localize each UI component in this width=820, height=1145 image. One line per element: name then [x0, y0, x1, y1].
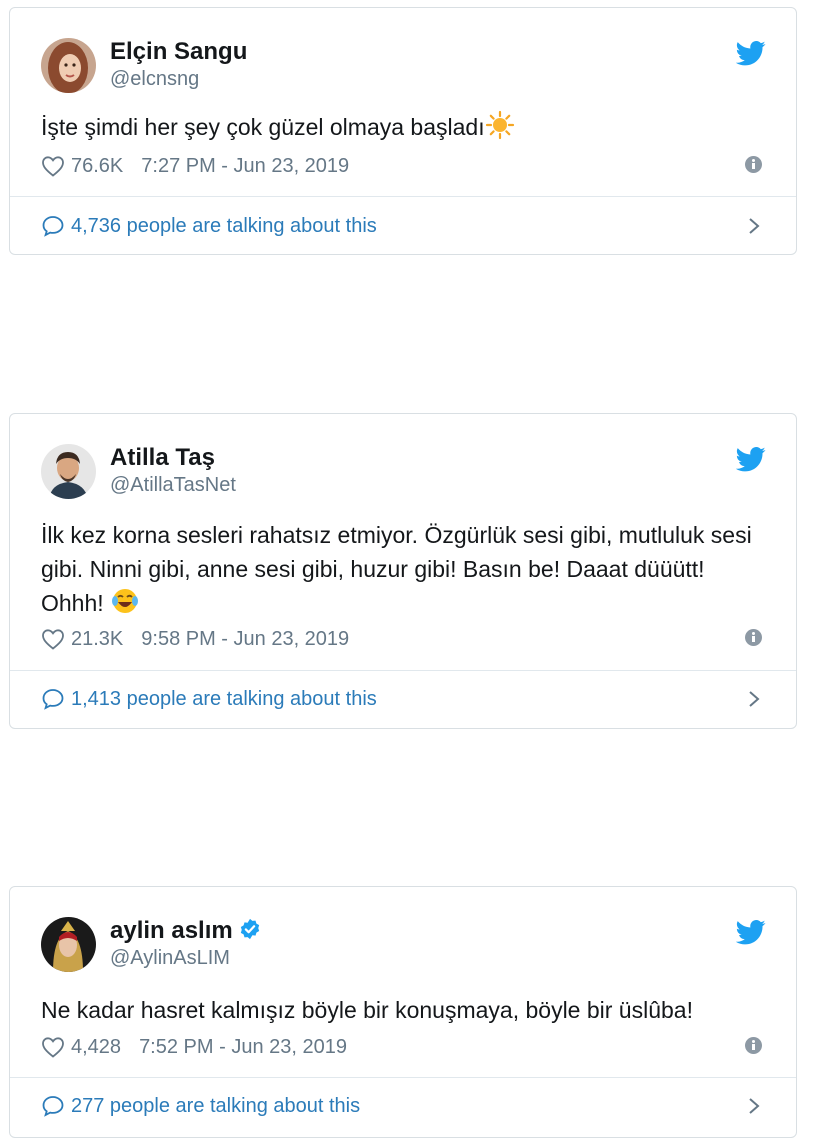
timestamp[interactable]: 7:52 PM - Jun 23, 2019 — [139, 1036, 347, 1059]
divider — [10, 196, 796, 197]
conversation-link[interactable]: 4,736 people are talking about this — [41, 211, 766, 241]
chevron-right-icon[interactable] — [748, 690, 760, 708]
reply-bubble-icon — [42, 1096, 64, 1117]
info-icon[interactable] — [745, 1037, 762, 1054]
avatar[interactable] — [41, 38, 96, 93]
display-name[interactable]: aylin aslım — [110, 917, 261, 945]
like-count[interactable]: 21.3K — [71, 628, 123, 651]
avatar[interactable] — [41, 444, 96, 499]
verified-badge-icon — [240, 918, 259, 940]
tears-of-joy-emoji — [112, 589, 139, 613]
tweet-meta: 76.6K 7:27 PM - Jun 23, 2019 — [41, 152, 766, 180]
talking-count: 1,413 people are talking about this — [71, 687, 377, 710]
tweet-text: İlk kez korna sesleri rahatsız etmiyor. … — [41, 522, 752, 616]
tweet-text: İşte şimdi her şey çok güzel olmaya başl… — [41, 110, 756, 144]
display-name[interactable]: Atilla Taş — [110, 444, 215, 472]
user-handle[interactable]: @elcnsng — [110, 68, 199, 91]
heart-icon[interactable] — [41, 155, 65, 177]
talking-count: 277 people are talking about this — [71, 1094, 361, 1117]
user-handle[interactable]: @AylinAsLIM — [110, 947, 230, 970]
reply-bubble-icon — [42, 216, 64, 237]
tweet-meta: 4,428 7:52 PM - Jun 23, 2019 — [41, 1033, 766, 1061]
tweet-text: Ne kadar hasret kalmışız böyle bir konuş… — [41, 997, 693, 1023]
heart-icon[interactable] — [41, 628, 65, 650]
info-icon[interactable] — [745, 629, 762, 646]
like-count[interactable]: 4,428 — [71, 1036, 121, 1059]
reply-bubble-icon — [42, 689, 64, 710]
divider — [10, 1077, 796, 1078]
tweet-card[interactable]: Elçin Sangu @elcnsng İşte şimdi her şey … — [9, 7, 797, 255]
tweet-card[interactable]: aylin aslım @AylinAsLIM Ne kadar hasret … — [9, 886, 797, 1138]
twitter-bird-icon[interactable] — [736, 920, 766, 945]
conversation-link[interactable]: 1,413 people are talking about this — [41, 684, 766, 714]
user-handle[interactable]: @AtillaTasNet — [110, 474, 236, 497]
display-name[interactable]: Elçin Sangu — [110, 38, 247, 66]
timestamp[interactable]: 9:58 PM - Jun 23, 2019 — [141, 628, 349, 651]
chevron-right-icon[interactable] — [748, 1097, 760, 1115]
twitter-bird-icon[interactable] — [736, 447, 766, 472]
divider — [10, 670, 796, 671]
tweet-meta: 21.3K 9:58 PM - Jun 23, 2019 — [41, 625, 766, 653]
info-icon[interactable] — [745, 156, 762, 173]
tweet-card[interactable]: Atilla Taş @AtillaTasNet İlk kez korna s… — [9, 413, 797, 729]
sun-emoji — [485, 110, 514, 140]
talking-count: 4,736 people are talking about this — [71, 214, 377, 237]
conversation-link[interactable]: 277 people are talking about this — [41, 1091, 766, 1121]
heart-icon[interactable] — [41, 1036, 65, 1058]
like-count[interactable]: 76.6K — [71, 155, 123, 178]
chevron-right-icon[interactable] — [748, 217, 760, 235]
twitter-bird-icon[interactable] — [736, 41, 766, 66]
timestamp[interactable]: 7:27 PM - Jun 23, 2019 — [141, 155, 349, 178]
avatar[interactable] — [41, 917, 96, 972]
